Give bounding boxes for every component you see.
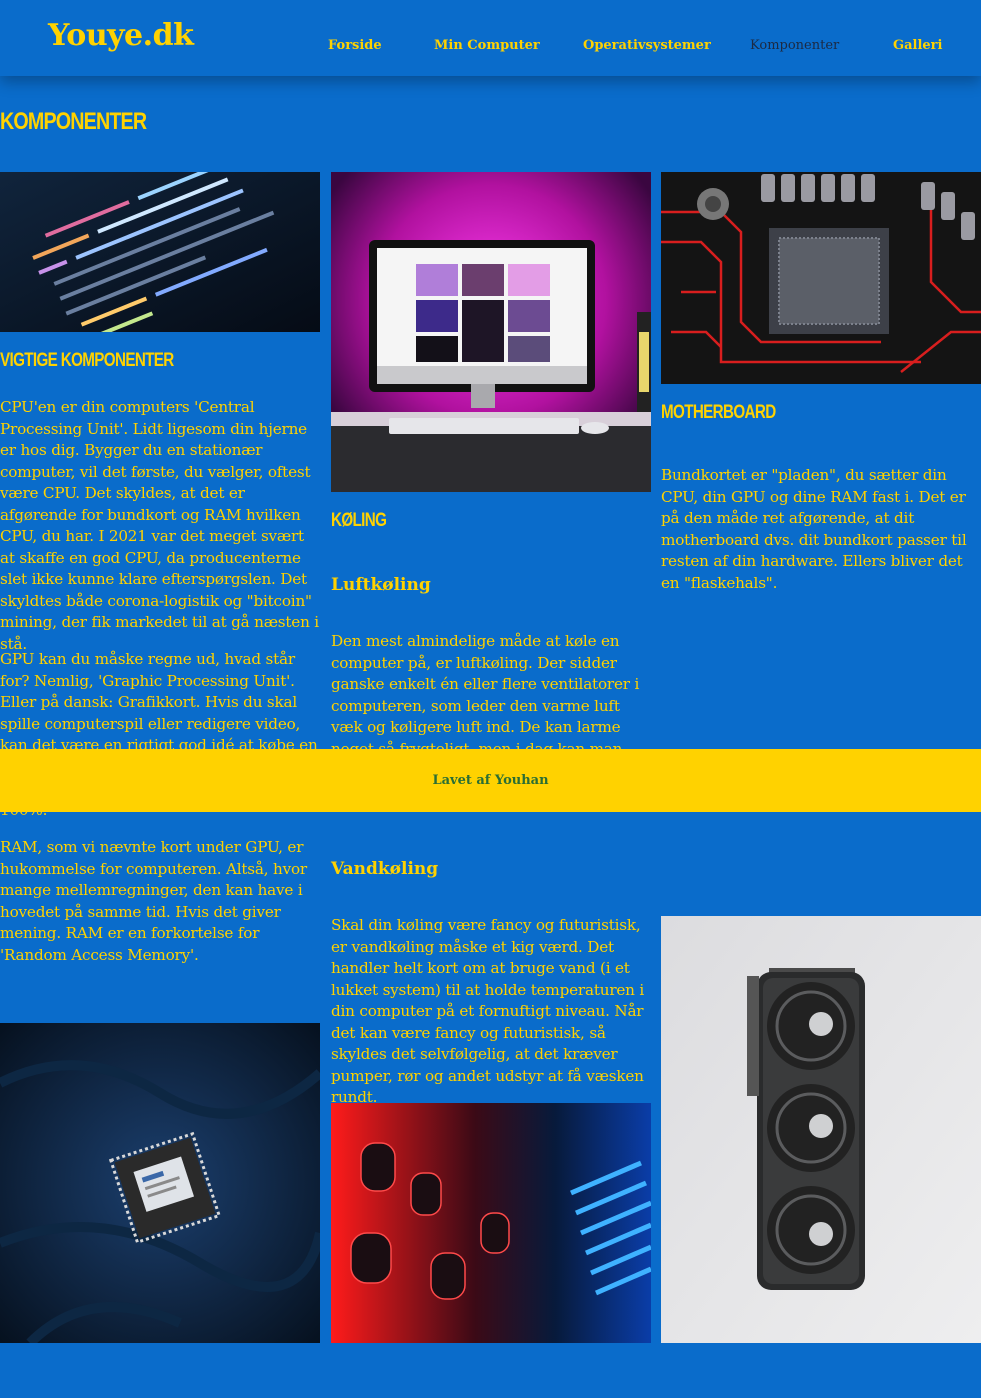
site-footer: Lavet af Youhan <box>0 749 981 812</box>
nav-link-forside[interactable]: Forside <box>328 38 382 53</box>
graphics-card-photo <box>661 916 981 1343</box>
site-header: Youye.dk Forside Min Computer Operativsy… <box>0 0 981 76</box>
heading-motherboard: Motherboard <box>661 402 776 423</box>
heading-koling: Køling <box>331 510 387 531</box>
pink-monitor-photo <box>331 172 651 492</box>
heading-vandkoling: Vandkøling <box>331 859 439 879</box>
site-logo[interactable]: Youye.dk <box>48 18 194 53</box>
heading-luftkoling: Luftkøling <box>331 575 431 595</box>
code-editor-photo <box>0 172 320 332</box>
red-blue-circuit-photo <box>331 1103 651 1343</box>
text-cpu: CPU'en er din computers 'Central Process… <box>0 398 319 653</box>
page-title: Komponenter <box>0 108 147 135</box>
footer-credit: Lavet af Youhan <box>432 773 549 788</box>
nav-link-galleri[interactable]: Galleri <box>893 38 942 53</box>
text-ram: RAM, som vi nævnte kort under GPU, er hu… <box>0 838 307 964</box>
cpu-chip-photo <box>0 1023 320 1343</box>
nav-link-komponenter[interactable]: Komponenter <box>750 38 839 53</box>
text-vandkoling: Skal din køling være fancy og futuristis… <box>331 916 645 1106</box>
motherboard-socket-photo <box>661 172 981 384</box>
nav-link-min-computer[interactable]: Min Computer <box>434 38 540 53</box>
text-motherboard: Bundkortet er "pladen", du sætter din CP… <box>661 466 967 592</box>
nav-link-operativsystemer[interactable]: Operativsystemer <box>583 38 711 53</box>
heading-vigtige-komponenter: Vigtige komponenter <box>0 350 174 371</box>
